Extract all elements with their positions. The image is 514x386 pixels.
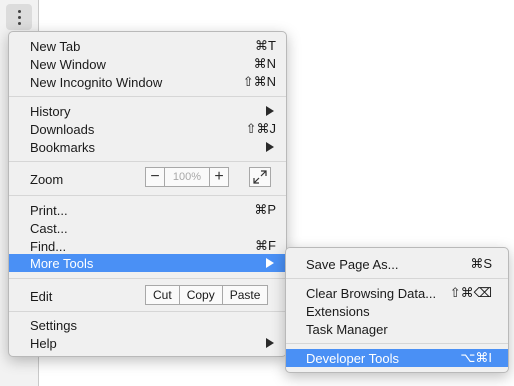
menu-item-label: New Tab — [30, 38, 81, 54]
menu-item-new-tab[interactable]: New Tab ⌘T — [9, 37, 286, 55]
menu-item-history[interactable]: History — [9, 102, 286, 120]
chevron-right-icon — [266, 258, 274, 268]
menu-item-more-tools[interactable]: More Tools — [9, 254, 286, 272]
menu-item-help[interactable]: Help — [9, 334, 286, 352]
menu-item-label: Settings — [30, 317, 77, 333]
menu-separator — [9, 278, 286, 279]
submenu-item-save-page-as[interactable]: Save Page As... ⌘S — [286, 255, 508, 273]
menu-item-label: Help — [30, 335, 57, 351]
chevron-right-icon — [266, 106, 274, 116]
submenu-item-extensions[interactable]: Extensions — [286, 302, 508, 320]
menu-item-settings[interactable]: Settings — [9, 316, 286, 334]
menu-separator — [9, 195, 286, 196]
fullscreen-button[interactable] — [249, 167, 271, 187]
submenu-item-clear-browsing-data[interactable]: Clear Browsing Data... ⇧⌘⌫ — [286, 284, 508, 302]
kebab-dot — [17, 15, 21, 19]
menu-item-shortcut: ⌘F — [255, 238, 276, 253]
edit-control: Cut Copy Paste — [145, 285, 269, 305]
menu-item-label: Downloads — [30, 121, 95, 137]
menu-item-label: Cast... — [30, 220, 68, 236]
menu-item-shortcut: ⇧⌘N — [242, 74, 276, 89]
chevron-right-icon — [266, 142, 274, 152]
menu-item-new-window[interactable]: New Window ⌘N — [9, 55, 286, 73]
more-tools-submenu: Save Page As... ⌘S Clear Browsing Data..… — [285, 247, 509, 373]
menu-item-label: Clear Browsing Data... — [306, 285, 437, 301]
menu-item-print[interactable]: Print... ⌘P — [9, 201, 286, 219]
menu-item-shortcut: ⌥⌘I — [460, 350, 492, 365]
kebab-dot — [17, 9, 21, 13]
kebab-icon[interactable] — [6, 4, 32, 30]
menu-separator — [9, 311, 286, 312]
zoom-level: 100% — [172, 171, 202, 183]
menu-item-label: New Incognito Window — [30, 74, 163, 90]
browser-main-menu: New Tab ⌘T New Window ⌘N New Incognito W… — [8, 31, 287, 357]
chevron-right-icon — [266, 338, 274, 348]
cut-button[interactable]: Cut — [146, 286, 179, 304]
menu-item-find[interactable]: Find... ⌘F — [9, 237, 286, 255]
menu-item-shortcut: ⌘N — [253, 56, 276, 71]
menu-item-label: Extensions — [306, 303, 370, 319]
zoom-control: − 100% + — [145, 167, 229, 187]
menu-separator — [9, 96, 286, 97]
menu-item-downloads[interactable]: Downloads ⇧⌘J — [9, 120, 286, 138]
submenu-item-task-manager[interactable]: Task Manager — [286, 320, 508, 338]
zoom-out-button[interactable]: − — [146, 168, 165, 186]
menu-item-label: Find... — [30, 238, 67, 254]
menu-item-label: Print... — [30, 202, 68, 218]
menu-item-shortcut: ⌘P — [254, 202, 276, 217]
menu-item-shortcut: ⌘S — [470, 256, 492, 271]
zoom-in-button[interactable]: + — [209, 168, 228, 186]
menu-item-shortcut: ⇧⌘⌫ — [449, 285, 492, 300]
paste-button[interactable]: Paste — [221, 286, 268, 304]
menu-separator — [286, 278, 508, 279]
menu-item-new-incognito-window[interactable]: New Incognito Window ⇧⌘N — [9, 73, 286, 91]
menu-item-label: Developer Tools — [306, 350, 399, 366]
menu-separator — [286, 343, 508, 344]
menu-item-label: New Window — [30, 56, 106, 72]
kebab-dot — [17, 21, 21, 25]
menu-separator — [9, 161, 286, 162]
menu-item-bookmarks[interactable]: Bookmarks — [9, 138, 286, 156]
menu-item-label: Save Page As... — [306, 256, 399, 272]
submenu-item-developer-tools[interactable]: Developer Tools ⌥⌘I — [286, 349, 508, 367]
menu-item-shortcut: ⇧⌘J — [245, 121, 276, 136]
copy-button[interactable]: Copy — [178, 286, 222, 304]
menu-item-label: Bookmarks — [30, 139, 96, 155]
menu-item-label: More Tools — [30, 255, 94, 271]
menu-item-shortcut: ⌘T — [255, 38, 276, 53]
menu-item-cast[interactable]: Cast... — [9, 219, 286, 237]
fullscreen-icon — [253, 170, 267, 184]
menu-item-label: History — [30, 103, 71, 119]
menu-item-label: Task Manager — [306, 321, 388, 337]
